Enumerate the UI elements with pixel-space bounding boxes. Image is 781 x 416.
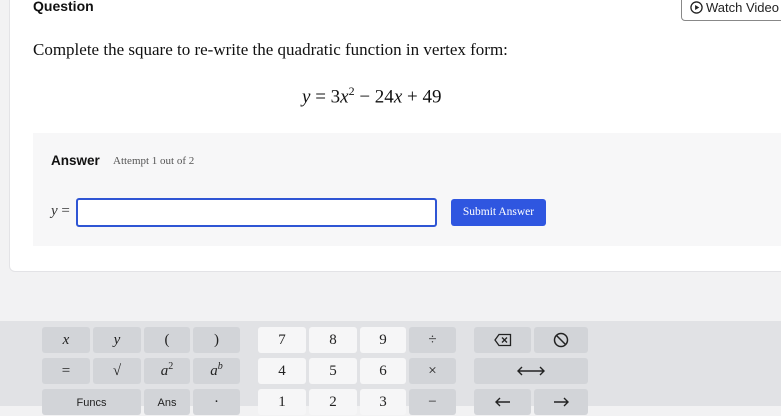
equation-var2: x — [393, 86, 403, 108]
key-4[interactable]: 4 — [258, 358, 306, 384]
key-backspace[interactable] — [474, 327, 531, 353]
key-multiply[interactable]: × — [409, 358, 456, 384]
key-cursor-right[interactable] — [534, 389, 588, 415]
answer-prefix: y = — [51, 203, 70, 220]
watch-video-button[interactable]: Watch Video — [681, 0, 781, 21]
right-arrow-icon — [554, 397, 569, 407]
key-7[interactable]: 7 — [258, 327, 306, 353]
key-6[interactable]: 6 — [360, 358, 406, 384]
key-minus[interactable]: − — [409, 389, 456, 415]
submit-answer-button[interactable]: Submit Answer — [451, 199, 546, 226]
key-funcs[interactable]: Funcs — [42, 389, 141, 415]
key-9[interactable]: 9 — [360, 327, 406, 353]
clear-icon — [553, 332, 569, 348]
play-icon — [690, 1, 703, 14]
key-power-exp: b — [217, 361, 223, 372]
key-dot[interactable]: · — [193, 389, 240, 415]
answer-prefix-eq: = — [57, 203, 70, 219]
key-power[interactable]: ab — [193, 358, 240, 384]
key-clear[interactable] — [534, 327, 588, 353]
key-move-cursor[interactable] — [474, 358, 588, 384]
attempt-counter: Attempt 1 out of 2 — [113, 155, 195, 167]
key-x[interactable]: x — [42, 327, 90, 353]
quadratic-equation: y = 3x2 − 24x + 49 — [302, 84, 441, 108]
key-1[interactable]: 1 — [258, 389, 306, 415]
question-prompt: Complete the square to re-write the quad… — [33, 40, 508, 59]
key-cursor-left[interactable] — [474, 389, 531, 415]
key-x-label: x — [62, 332, 70, 348]
key-open-paren[interactable]: ( — [144, 327, 190, 353]
key-power-base: a — [210, 363, 218, 379]
key-square-exp: 2 — [168, 361, 174, 372]
math-keypad: x y ( ) 7 8 9 ÷ = √ a2 ab 4 5 6 × Funcs … — [0, 321, 781, 415]
answer-label: Answer — [51, 153, 100, 168]
key-sqrt[interactable]: √ — [93, 358, 141, 384]
equation-tail: + 49 — [402, 86, 442, 108]
key-divide[interactable]: ÷ — [409, 327, 456, 353]
left-arrow-icon — [494, 397, 510, 407]
key-equals[interactable]: = — [42, 358, 90, 384]
equation-mid: − 24 — [354, 86, 394, 108]
key-5[interactable]: 5 — [309, 358, 357, 384]
question-label: Question — [33, 0, 94, 14]
backspace-icon — [493, 333, 511, 347]
watch-video-label: Watch Video — [706, 0, 779, 15]
key-ans[interactable]: Ans — [144, 389, 190, 415]
key-8[interactable]: 8 — [309, 327, 357, 353]
key-square[interactable]: a2 — [144, 358, 190, 384]
answer-input[interactable] — [76, 198, 437, 227]
equation-var1: x — [340, 86, 349, 108]
key-2[interactable]: 2 — [309, 389, 357, 415]
equation-eq: = 3 — [310, 86, 341, 108]
left-right-arrow-icon — [517, 366, 545, 376]
key-ans-label: Ans — [157, 397, 177, 409]
answer-prefix-var: y — [51, 203, 58, 219]
key-close-paren[interactable]: ) — [193, 327, 240, 353]
key-3[interactable]: 3 — [360, 389, 406, 415]
key-y-label: y — [113, 332, 121, 348]
answer-panel — [33, 133, 781, 246]
key-y[interactable]: y — [93, 327, 141, 353]
key-funcs-label: Funcs — [76, 397, 107, 409]
